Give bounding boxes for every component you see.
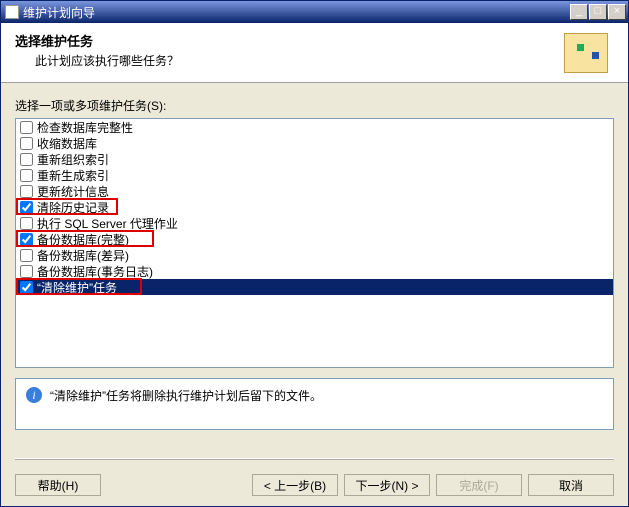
task-label: 重新生成索引 [37,167,109,184]
task-label: 收缩数据库 [37,135,97,152]
titlebar: 维护计划向导 _ □ × [1,1,628,23]
task-row[interactable]: 重新生成索引 [16,167,613,183]
cancel-button[interactable]: 取消 [528,474,614,496]
finish-button[interactable]: 完成(F) [436,474,522,496]
minimize-button[interactable]: _ [570,4,588,20]
task-listbox[interactable]: 检查数据库完整性收缩数据库重新组织索引重新生成索引更新统计信息清除历史记录执行 … [15,118,614,368]
task-checkbox[interactable] [20,121,33,134]
maximize-button[interactable]: □ [589,4,607,20]
task-checkbox[interactable] [20,137,33,150]
help-button[interactable]: 帮助(H) [15,474,101,496]
task-row[interactable]: 备份数据库(完整) [16,231,613,247]
header-subtitle: 此计划应该执行哪些任务？ [15,52,614,69]
task-label: 备份数据库(差异) [37,247,129,264]
task-checkbox[interactable] [20,169,33,182]
separator [15,458,614,460]
task-row[interactable]: 清除历史记录 [16,199,613,215]
task-label: 更新统计信息 [37,183,109,200]
task-row[interactable]: 执行 SQL Server 代理作业 [16,215,613,231]
task-label: 执行 SQL Server 代理作业 [37,215,178,232]
task-label: 检查数据库完整性 [37,119,133,136]
wizard-icon [564,33,608,73]
task-checkbox[interactable] [20,265,33,278]
wizard-header: 选择维护任务 此计划应该执行哪些任务？ [1,23,628,83]
task-checkbox[interactable] [20,249,33,262]
footer: 帮助(H) < 上一步(B) 下一步(N) > 完成(F) 取消 [1,474,628,496]
task-label: 重新组织索引 [37,151,109,168]
task-row[interactable]: 备份数据库(差异) [16,247,613,263]
close-button[interactable]: × [608,4,626,20]
task-checkbox[interactable] [20,217,33,230]
app-icon [5,5,19,19]
task-label: “清除维护”任务 [37,279,117,296]
task-checkbox[interactable] [20,281,33,294]
task-checkbox[interactable] [20,233,33,246]
dialog-window: 维护计划向导 _ □ × 选择维护任务 此计划应该执行哪些任务？ 选择一项或多项… [0,0,629,507]
task-label: 清除历史记录 [37,199,109,216]
task-row[interactable]: “清除维护”任务 [16,279,613,295]
task-checkbox[interactable] [20,185,33,198]
task-checkbox[interactable] [20,153,33,166]
back-button[interactable]: < 上一步(B) [252,474,338,496]
task-checkbox[interactable] [20,201,33,214]
description-panel: i “清除维护”任务将删除执行维护计划后留下的文件。 [15,378,614,430]
task-label: 备份数据库(完整) [37,231,129,248]
task-row[interactable]: 备份数据库(事务日志) [16,263,613,279]
window-title: 维护计划向导 [23,4,95,21]
next-button[interactable]: 下一步(N) > [344,474,430,496]
task-label: 备份数据库(事务日志) [37,263,153,280]
task-row[interactable]: 检查数据库完整性 [16,119,613,135]
description-text: “清除维护”任务将删除执行维护计划后留下的文件。 [50,387,322,404]
task-row[interactable]: 更新统计信息 [16,183,613,199]
instruction-label: 选择一项或多项维护任务(S): [15,97,614,114]
task-row[interactable]: 重新组织索引 [16,151,613,167]
task-row[interactable]: 收缩数据库 [16,135,613,151]
header-title: 选择维护任务 [15,31,614,50]
info-icon: i [26,387,42,403]
